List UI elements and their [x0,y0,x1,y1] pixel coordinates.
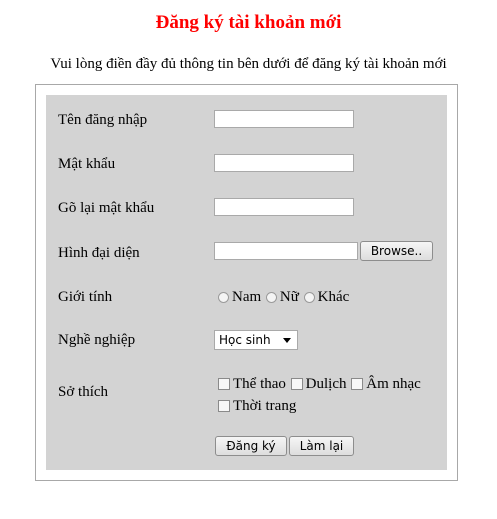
hobby-option-fashion[interactable]: Thời trang [218,396,296,416]
gender-option-label: Nữ [279,289,299,305]
hobbies-checkbox-group: Thể thao Dulịch Âm nhạc Thời trang [218,374,438,418]
hobby-option-label: Dulịch [305,376,347,392]
gender-option-other[interactable]: Khác [303,289,350,306]
form-frame: Tên đăng nhập Mật khẩu Gõ lại mật khẩu H… [35,84,458,481]
password-label: Mật khẩu [58,156,116,172]
checkbox-icon[interactable] [218,378,230,390]
hobby-option-travel[interactable]: Dulịch [290,374,347,394]
avatar-file-field[interactable] [214,242,358,260]
password-input[interactable] [214,154,354,172]
chevron-down-icon [283,337,291,343]
hobby-option-label: Âm nhạc [366,376,421,392]
occupation-select[interactable]: Học sinh [214,330,298,350]
submit-button[interactable]: Đăng ký [215,436,287,456]
occupation-selected-value: Học sinh [219,333,271,347]
gender-option-label: Nam [232,289,262,305]
username-input[interactable] [214,110,354,128]
checkbox-icon[interactable] [351,378,364,390]
hobby-option-music[interactable]: Âm nhạc [351,374,421,394]
form-panel: Tên đăng nhập Mật khẩu Gõ lại mật khẩu H… [46,95,447,470]
checkbox-icon[interactable] [218,400,230,412]
username-label: Tên đăng nhập [58,112,148,128]
hobby-option-label: Thời trang [233,398,297,414]
occupation-label: Nghề nghiệp [58,332,136,348]
reset-button[interactable]: Làm lại [289,436,354,456]
hobby-option-label: Thể thao [233,376,286,392]
gender-option-label: Khác [317,289,350,305]
page-subtitle: Vui lòng điền đầy đủ thông tin bên dưới … [50,56,447,72]
radio-icon[interactable] [218,292,229,303]
gender-radio-group: Nam Nữ Khác [218,289,350,308]
page-title: Đăng ký tài khoản mới [155,12,342,33]
browse-button[interactable]: Browse.. [360,241,433,261]
radio-icon[interactable] [303,292,315,303]
radio-icon[interactable] [265,292,277,303]
gender-label: Giới tính [58,289,113,305]
password-confirm-input[interactable] [214,198,354,216]
hobbies-label: Sở thích [58,384,109,400]
avatar-label: Hình đại diện [58,245,140,261]
password-confirm-label: Gõ lại mật khẩu [58,200,155,216]
hobby-option-sports[interactable]: Thể thao [218,374,286,394]
gender-option-female[interactable]: Nữ [265,289,299,306]
gender-option-male[interactable]: Nam [218,289,261,306]
checkbox-icon[interactable] [290,378,303,390]
